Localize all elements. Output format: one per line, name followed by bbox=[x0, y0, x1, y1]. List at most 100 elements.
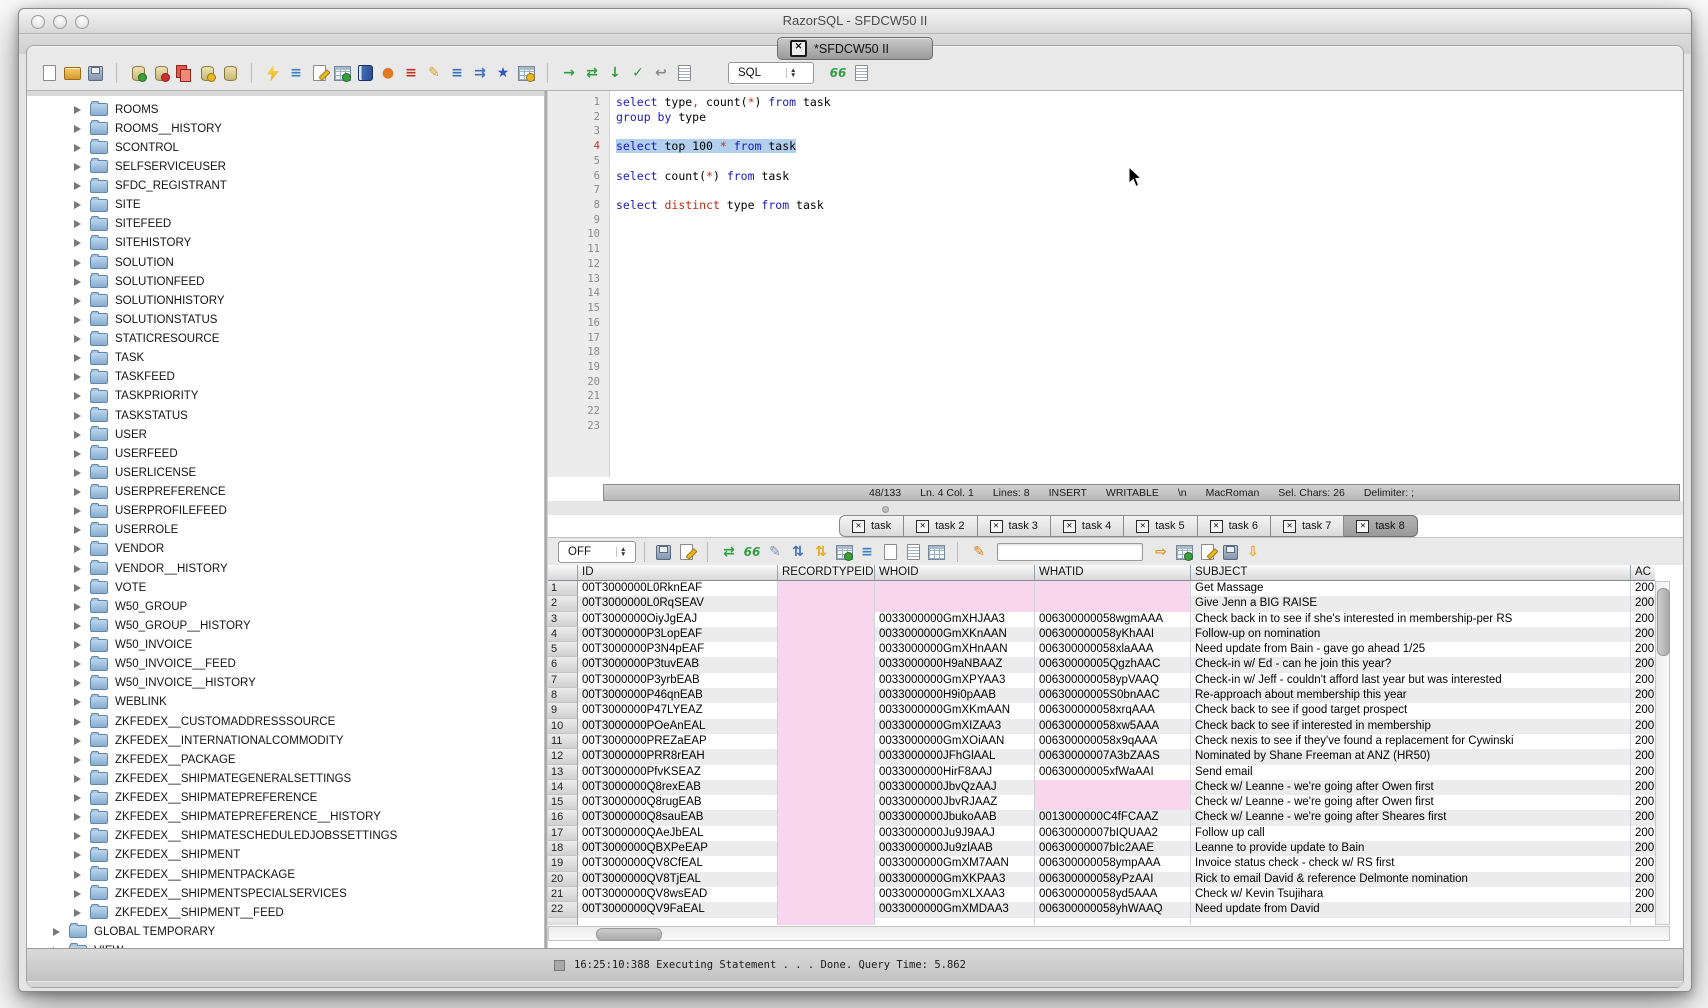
disclosure-triangle-icon[interactable] bbox=[74, 259, 81, 267]
table-cell[interactable]: Re-approach about membership this year bbox=[1191, 688, 1631, 703]
table-cell[interactable]: 200 bbox=[1631, 780, 1655, 795]
close-tab-icon[interactable] bbox=[1283, 520, 1296, 533]
disclosure-triangle-icon[interactable] bbox=[74, 106, 81, 114]
save-grid-icon[interactable] bbox=[1220, 542, 1240, 562]
table-cell[interactable]: 0033000000JFhGlAAL bbox=[875, 749, 1035, 764]
tree-item[interactable]: ZKFEDEX__SHIPMENT__FEED bbox=[27, 903, 544, 922]
table-cell[interactable]: 0013000000C4fFCAAZ bbox=[1035, 810, 1191, 825]
reload-table-icon[interactable] bbox=[834, 542, 854, 562]
disclosure-triangle-icon[interactable] bbox=[74, 871, 81, 879]
tree-item[interactable]: ROOMS__HISTORY bbox=[27, 119, 544, 138]
close-tab-icon[interactable] bbox=[1136, 520, 1149, 533]
table-row[interactable]: 300T3000000OiyJgEAJ0033000000GmXHJAA3006… bbox=[548, 612, 1655, 627]
connect-icon[interactable] bbox=[128, 63, 148, 83]
disclosure-triangle-icon[interactable] bbox=[74, 450, 81, 458]
table-cell[interactable]: 0033000000GmXMDAA3 bbox=[875, 902, 1035, 917]
table-row[interactable]: 1900T3000000QV8CfEAL0033000000GmXM7AAN00… bbox=[548, 856, 1655, 871]
table-cell[interactable]: 200 bbox=[1631, 627, 1655, 642]
table-row[interactable]: 900T3000000P47LYEAZ0033000000GmXKmAAN006… bbox=[548, 703, 1655, 718]
table-row[interactable]: 2000T3000000QV8TjEAL0033000000GmXKPAA300… bbox=[548, 872, 1655, 887]
table-cell[interactable]: 200 bbox=[1631, 719, 1655, 734]
document-tab[interactable]: *SFDCW50 II bbox=[777, 37, 933, 60]
table-row[interactable]: 400T3000000P3LopEAF0033000000GmXKnAAN006… bbox=[548, 627, 1655, 642]
close-tab-icon[interactable] bbox=[852, 520, 865, 533]
table-cell[interactable]: 0033000000Ju9J9AAJ bbox=[875, 826, 1035, 841]
table-cell[interactable] bbox=[778, 734, 875, 749]
editor-results-splitter[interactable] bbox=[548, 501, 1683, 515]
tree-item[interactable]: USERFEED bbox=[27, 444, 544, 463]
table-cell[interactable] bbox=[778, 719, 875, 734]
close-tab-icon[interactable] bbox=[1063, 520, 1076, 533]
disclosure-triangle-icon[interactable] bbox=[74, 775, 81, 783]
insert-row-icon[interactable]: ⇅ bbox=[788, 542, 808, 562]
titlebar[interactable]: RazorSQL - SFDCW50 II bbox=[19, 9, 1691, 34]
table-cell[interactable]: Send email bbox=[1191, 765, 1631, 780]
table-cell[interactable] bbox=[1035, 795, 1191, 810]
tree-item[interactable]: W50_INVOICE__FEED bbox=[27, 655, 544, 674]
edit-sql-icon[interactable] bbox=[309, 63, 329, 83]
result-tab-task-7[interactable]: task 7 bbox=[1271, 515, 1344, 537]
close-tab-icon[interactable] bbox=[1356, 520, 1369, 533]
disclosure-triangle-icon[interactable] bbox=[74, 794, 81, 802]
disclosure-triangle-icon[interactable] bbox=[53, 928, 60, 936]
disclosure-triangle-icon[interactable] bbox=[74, 335, 81, 343]
table-cell[interactable]: 006300000058xw5AAA bbox=[1035, 719, 1191, 734]
table-cell[interactable]: 0033000000GmXKnAAN bbox=[875, 627, 1035, 642]
table-cell[interactable]: 0033000000JbvRJAAZ bbox=[875, 795, 1035, 810]
tree-item[interactable]: SOLUTIONHISTORY bbox=[27, 291, 544, 310]
form-view-icon[interactable] bbox=[880, 542, 900, 562]
table-cell[interactable]: 00630000007bIQUAA2 bbox=[1035, 826, 1191, 841]
save-icon[interactable] bbox=[85, 63, 105, 83]
statement-type-select[interactable]: SQL ▲▼ bbox=[728, 62, 814, 84]
disclosure-triangle-icon[interactable] bbox=[74, 297, 81, 305]
table-row[interactable]: 1200T3000000PRR8rEAH0033000000JFhGlAAL00… bbox=[548, 749, 1655, 764]
disclosure-triangle-icon[interactable] bbox=[74, 622, 81, 630]
tree-item[interactable]: GLOBAL TEMPORARY bbox=[27, 922, 544, 941]
table-cell[interactable] bbox=[875, 596, 1035, 611]
table-cell[interactable] bbox=[1035, 581, 1191, 596]
table-cell[interactable]: 006300000058yhWAAQ bbox=[1035, 902, 1191, 917]
row-limit-select[interactable]: OFF ▲▼ bbox=[558, 541, 636, 563]
table-cell[interactable]: 00T3000000P3yrbEAB bbox=[578, 673, 778, 688]
disclosure-triangle-icon[interactable] bbox=[74, 469, 81, 477]
table-cell[interactable]: 00T3000000OiyJgEAJ bbox=[578, 612, 778, 627]
table-row[interactable]: 1000T3000000POeAnEAL0033000000GmXIZAA300… bbox=[548, 719, 1655, 734]
table-export-icon[interactable] bbox=[516, 63, 536, 83]
sql-editor[interactable]: 1234567891011121314151617181920212223 se… bbox=[548, 91, 1683, 482]
execute-sql-icon[interactable] bbox=[263, 63, 283, 83]
column-header-id[interactable]: ID bbox=[578, 565, 778, 581]
table-cell[interactable]: Check back in to see if she's interested… bbox=[1191, 612, 1631, 627]
table-view-icon[interactable] bbox=[926, 542, 946, 562]
table-cell[interactable] bbox=[778, 642, 875, 657]
table-cell[interactable] bbox=[778, 780, 875, 795]
table-cell[interactable]: 00T3000000QV8TjEAL bbox=[578, 872, 778, 887]
log-view-icon[interactable] bbox=[851, 63, 871, 83]
export-table-icon[interactable] bbox=[1174, 542, 1194, 562]
result-tab-task-8[interactable]: task 8 bbox=[1344, 515, 1417, 537]
table-cell[interactable]: 200 bbox=[1631, 596, 1655, 611]
book-icon[interactable] bbox=[355, 63, 375, 83]
tree-item[interactable]: ZKFEDEX__SHIPMENT bbox=[27, 846, 544, 865]
tree-item[interactable]: ZKFEDEX__INTERNATIONALCOMMODITY bbox=[27, 731, 544, 750]
tree-item[interactable]: SITEHISTORY bbox=[27, 234, 544, 253]
disclosure-triangle-icon[interactable] bbox=[74, 909, 81, 917]
tree-item[interactable]: W50_GROUP bbox=[27, 597, 544, 616]
splitter-knob-icon[interactable] bbox=[882, 506, 889, 513]
table-cell[interactable]: 006300000058ypVAAQ bbox=[1035, 673, 1191, 688]
table-cell[interactable] bbox=[778, 703, 875, 718]
tree-item[interactable]: W50_GROUP__HISTORY bbox=[27, 616, 544, 635]
table-cell[interactable] bbox=[778, 673, 875, 688]
result-tab-task[interactable]: task bbox=[839, 515, 904, 537]
table-cell[interactable]: 0033000000GmXPYAA3 bbox=[875, 673, 1035, 688]
transfer-icon[interactable]: ⇄ bbox=[582, 63, 602, 83]
table-cell[interactable]: 00T3000000Q8rexEAB bbox=[578, 780, 778, 795]
tree-item[interactable]: TASKSTATUS bbox=[27, 406, 544, 425]
table-cell[interactable]: 0033000000H9i0pAAB bbox=[875, 688, 1035, 703]
table-cell[interactable]: 200 bbox=[1631, 581, 1655, 596]
disclosure-triangle-icon[interactable] bbox=[74, 125, 81, 133]
commit-icon[interactable] bbox=[174, 63, 194, 83]
disclosure-triangle-icon[interactable] bbox=[74, 832, 81, 840]
disclosure-triangle-icon[interactable] bbox=[74, 813, 81, 821]
table-cell[interactable]: Nominated by Shane Freeman at ANZ (HR50) bbox=[1191, 749, 1631, 764]
table-cell[interactable]: 0033000000GmXOiAAN bbox=[875, 734, 1035, 749]
